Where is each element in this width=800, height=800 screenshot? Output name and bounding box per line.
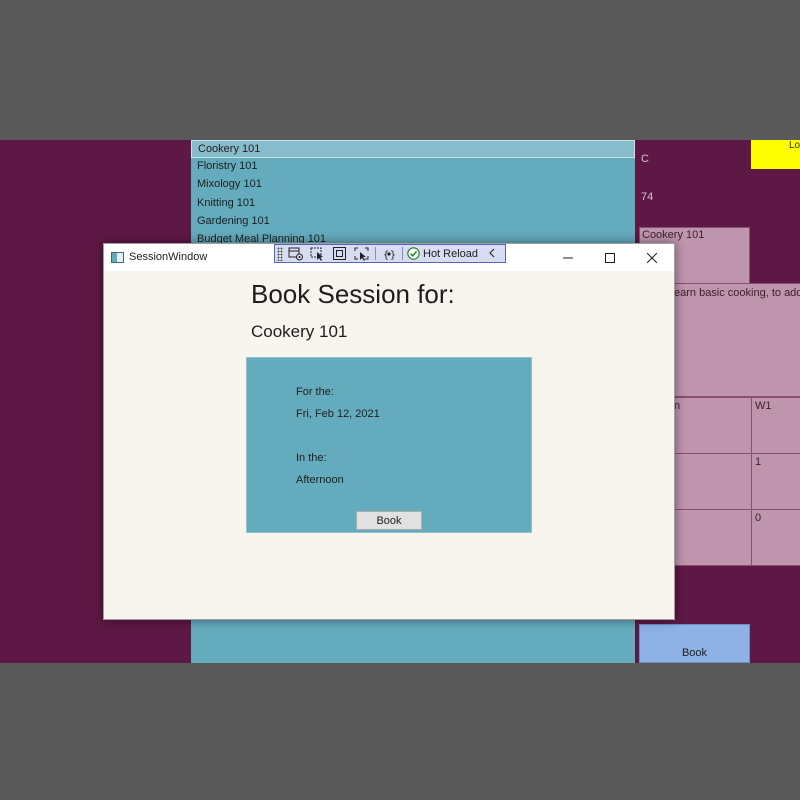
toolbar-separator bbox=[375, 247, 376, 260]
book-button[interactable]: Book bbox=[356, 511, 422, 530]
minimize-button[interactable] bbox=[545, 244, 590, 271]
minimize-icon bbox=[562, 257, 573, 258]
detail-title: Cookery 101 bbox=[642, 229, 705, 241]
grid-cell-row2-w1: 0 bbox=[751, 509, 800, 566]
maximize-icon bbox=[604, 252, 615, 263]
grid-cell-header-w1: W1 bbox=[751, 397, 800, 454]
grid-header-w1-text: W1 bbox=[755, 400, 772, 412]
course-item-cookery[interactable]: Cookery 101 bbox=[191, 140, 635, 159]
course-item-knitting[interactable]: Knitting 101 bbox=[191, 195, 635, 213]
window-icon bbox=[111, 252, 124, 263]
course-name: Cookery 101 bbox=[251, 322, 348, 341]
window-content: Book Session for: Cookery 101 For the: F… bbox=[104, 271, 674, 619]
hot-reload-check-icon bbox=[407, 247, 420, 260]
layout-adorner-icon[interactable] bbox=[331, 246, 349, 262]
in-label: In the: bbox=[296, 452, 327, 464]
corner-yellow-label[interactable]: Lo bbox=[751, 140, 800, 169]
page-title: Book Session for: bbox=[251, 279, 455, 309]
toolbar-separator-2 bbox=[402, 247, 403, 260]
title-bar[interactable]: SessionWindow {} Hot Reload bbox=[104, 244, 674, 271]
session-window: SessionWindow {} Hot Reload Book Session… bbox=[103, 243, 675, 620]
svg-text:{: { bbox=[383, 250, 389, 261]
course-item-mixology[interactable]: Mixology 101 bbox=[191, 176, 635, 194]
maximize-button[interactable] bbox=[587, 244, 632, 271]
time-of-day: Afternoon bbox=[296, 474, 344, 486]
grid-value-0: 0 bbox=[755, 512, 762, 524]
session-date: Fri, Feb 12, 2021 bbox=[296, 408, 380, 420]
background-book-button[interactable]: Book bbox=[639, 624, 750, 663]
booking-panel: For the: Fri, Feb 12, 2021 In the: After… bbox=[246, 357, 532, 533]
xaml-debug-toolbar: {} Hot Reload bbox=[274, 244, 506, 263]
hot-reload-control[interactable]: Hot Reload bbox=[407, 247, 478, 260]
svg-text:}: } bbox=[390, 250, 396, 261]
course-item-floristry[interactable]: Floristry 101 bbox=[191, 158, 635, 176]
collapse-chevron-icon[interactable] bbox=[488, 247, 496, 261]
close-icon bbox=[646, 252, 657, 263]
window-title: SessionWindow bbox=[129, 251, 208, 263]
close-button[interactable] bbox=[629, 244, 674, 271]
info-letter: C bbox=[641, 153, 649, 165]
visual-tree-icon[interactable] bbox=[287, 246, 305, 262]
info-count: 74 bbox=[641, 191, 654, 203]
select-element-icon[interactable] bbox=[309, 246, 327, 262]
for-label: For the: bbox=[296, 386, 334, 398]
grid-cell-row1-w1: 1 bbox=[751, 453, 800, 510]
grid-value-1: 1 bbox=[755, 456, 762, 468]
hot-reload-label: Hot Reload bbox=[423, 247, 479, 260]
toolbar-grip[interactable] bbox=[277, 246, 283, 261]
track-focus-icon[interactable] bbox=[353, 246, 371, 262]
binding-failures-icon[interactable]: {} bbox=[380, 246, 398, 262]
course-item-gardening[interactable]: Gardening 101 bbox=[191, 213, 635, 231]
detail-description: earn basic cooking, to add bbox=[674, 287, 800, 299]
